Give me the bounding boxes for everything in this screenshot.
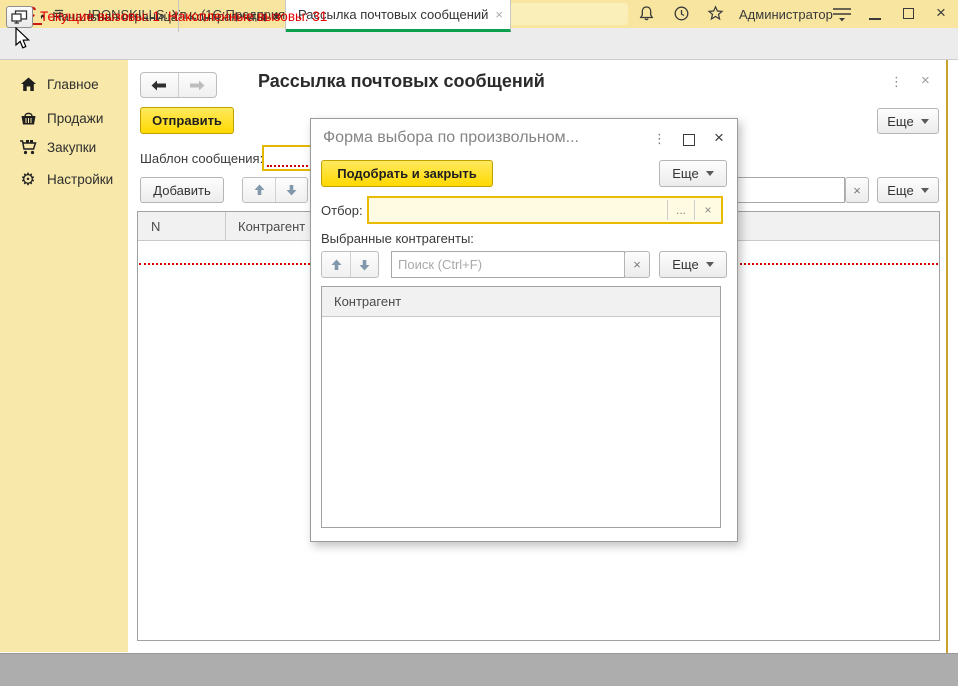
sidebar-item-label: Настройки <box>47 172 113 187</box>
move-row-buttons <box>242 177 308 203</box>
service-menu-icon[interactable] <box>831 6 853 22</box>
current-user[interactable]: Администратор <box>739 7 833 22</box>
more-label: Еще <box>887 183 913 198</box>
dialog-maximize-icon[interactable] <box>683 134 695 146</box>
basket-icon <box>18 110 38 126</box>
sidebar-item-sales[interactable]: Продажи <box>0 104 128 132</box>
dropdown-caret-icon <box>921 188 929 193</box>
gear-icon: ⚙ <box>18 171 38 188</box>
send-button[interactable]: Отправить <box>140 107 234 134</box>
mouse-cursor <box>15 27 31 53</box>
move-up-button[interactable] <box>322 252 350 277</box>
pick-and-close-button[interactable]: Подобрать и закрыть <box>321 160 493 187</box>
dialog-kebab-menu-icon[interactable]: ⋮ <box>653 131 666 147</box>
column-header-counterparty[interactable]: Контрагент <box>334 294 401 309</box>
more-label: Еще <box>672 257 698 272</box>
home-icon <box>18 77 38 92</box>
selected-counterparties-label: Выбранные контрагенты: <box>321 231 474 246</box>
table-more-button[interactable]: Еще <box>877 177 939 203</box>
dialog-close-icon[interactable]: × <box>714 128 724 148</box>
dialog-title: Форма выбора по произвольном... <box>323 129 579 147</box>
dropdown-caret-icon <box>706 171 714 176</box>
dialog-search-input[interactable] <box>391 251 625 278</box>
move-row-buttons <box>321 251 379 278</box>
column-header-counterparty[interactable]: Контрагент <box>226 219 305 234</box>
performance-indicator-button[interactable] <box>6 6 33 28</box>
forward-button[interactable] <box>179 73 217 97</box>
filter-input[interactable] <box>369 198 667 222</box>
selected-counterparties-table[interactable]: Контрагент <box>321 286 721 528</box>
sidebar-item-label: Закупки <box>47 140 96 155</box>
tab-close-icon[interactable]: × <box>495 7 503 22</box>
nav-history-buttons <box>140 72 217 98</box>
move-down-button[interactable] <box>350 252 378 277</box>
sidebar-item-main[interactable]: Главное <box>0 70 128 98</box>
filter-choose-button[interactable]: ... <box>668 198 694 222</box>
sidebar-item-label: Главное <box>47 77 99 92</box>
window-minimize-button[interactable] <box>869 8 881 20</box>
window-close-button[interactable]: × <box>936 3 946 23</box>
page-kebab-menu-icon[interactable]: ⋮ <box>890 74 903 90</box>
tabbar <box>0 28 958 60</box>
sidebar-item-settings[interactable]: ⚙ Настройки <box>0 165 128 193</box>
cart-icon <box>18 139 38 155</box>
window-maximize-button[interactable] <box>903 8 914 19</box>
table-header-row: Контрагент <box>322 287 720 317</box>
dialog-list-more-button[interactable]: Еще <box>659 251 727 278</box>
template-field-label: Шаблон сообщения: <box>140 151 263 166</box>
page-title: Рассылка почтовых сообщений <box>258 71 545 92</box>
search-clear-button[interactable]: × <box>845 177 869 203</box>
more-label: Еще <box>887 114 913 129</box>
column-header-n[interactable]: N <box>138 212 226 241</box>
page-close-icon[interactable]: × <box>921 72 930 89</box>
page-more-button[interactable]: Еще <box>877 108 939 134</box>
add-row-button[interactable]: Добавить <box>140 177 224 203</box>
dropdown-caret-icon <box>921 119 929 124</box>
current-calls-counter: Текущие вызовы: 1 <box>40 9 160 24</box>
more-label: Еще <box>672 166 698 181</box>
favorites-star-icon[interactable] <box>707 5 724 22</box>
dialog-search-clear-button[interactable]: × <box>624 251 650 278</box>
history-icon[interactable] <box>673 5 690 22</box>
dialog-more-button[interactable]: Еще <box>659 160 727 187</box>
filter-field[interactable]: ... × <box>367 196 723 224</box>
move-up-button[interactable] <box>243 178 275 202</box>
back-button[interactable] <box>141 73 179 97</box>
sidebar-item-label: Продажи <box>47 111 103 126</box>
selection-dialog: Форма выбора по произвольном... ⋮ × Подо… <box>310 118 738 542</box>
move-down-button[interactable] <box>275 178 307 202</box>
monitors-icon <box>11 10 28 24</box>
form-right-edge <box>946 60 948 653</box>
notifications-bell-icon[interactable] <box>638 5 655 22</box>
filter-clear-button[interactable]: × <box>695 198 721 222</box>
filter-field-label: Отбор: <box>321 203 363 218</box>
dropdown-caret-icon <box>706 262 714 267</box>
accumulated-calls-counter: Накопленные вызовы: 31 <box>168 9 327 24</box>
statusbar <box>0 653 958 686</box>
sidebar-item-purchases[interactable]: Закупки <box>0 133 128 161</box>
